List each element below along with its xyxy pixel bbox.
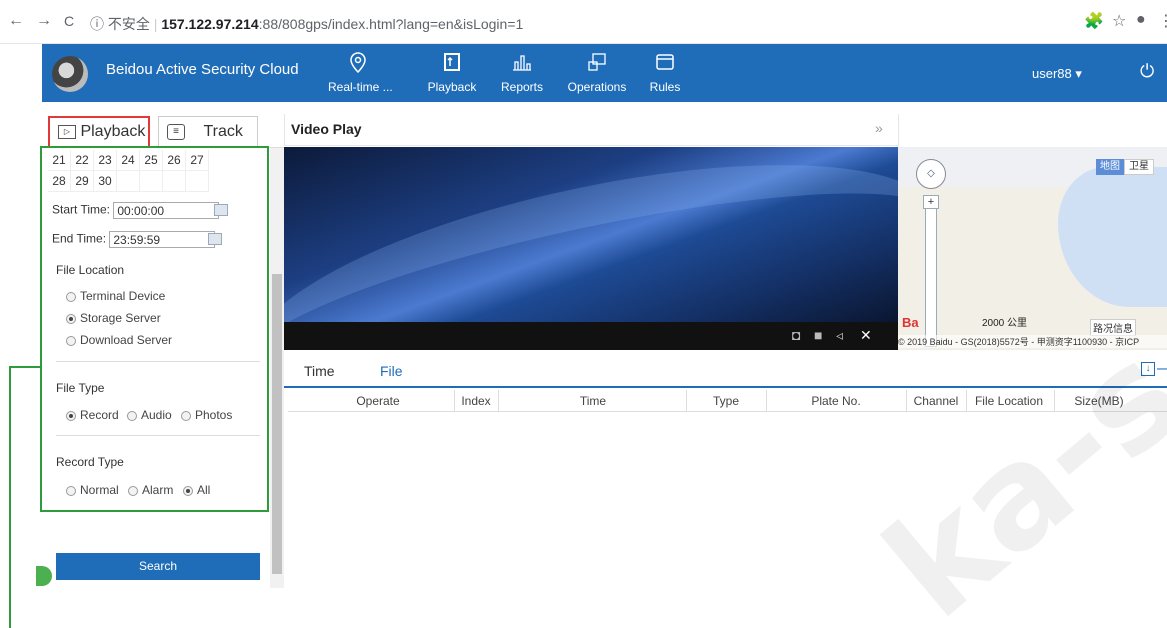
playback-icon [422, 52, 482, 76]
stop-icon[interactable]: ■ [814, 327, 822, 343]
track-icon: ≡ [167, 123, 185, 140]
tab-file[interactable]: File [380, 363, 403, 379]
address-bar[interactable]: ⓘ 不安全 | 157.122.97.214:88/808gps/index.h… [90, 14, 523, 34]
highlight-box [40, 146, 269, 512]
left-tab-row: ▷ Playback ≡ Track [42, 114, 284, 148]
fullscreen-icon[interactable]: ✕ [860, 327, 872, 344]
app-title: Beidou Active Security Cloud [106, 61, 299, 78]
annotation-line [9, 366, 11, 628]
column-header[interactable]: Operate [318, 394, 438, 408]
tab-track[interactable]: ≡ Track [158, 116, 258, 148]
nav-playback[interactable]: Playback [422, 52, 482, 102]
map-header [898, 114, 1167, 147]
operations-icon [562, 52, 632, 76]
location-pin-icon [328, 52, 388, 76]
video-header: Video Play » [284, 114, 898, 146]
nav-realtime[interactable]: Real-time ... [328, 52, 393, 102]
column-header[interactable]: Channel [906, 394, 966, 408]
reload-icon[interactable]: C [64, 13, 74, 29]
zoom-in-icon[interactable]: + [923, 195, 939, 209]
browser-bar: ← → C ⓘ 不安全 | 157.122.97.214:88/808gps/i… [0, 0, 1167, 44]
nav-rules-label: Rules [649, 80, 681, 94]
nav-rules[interactable]: Rules [642, 52, 688, 102]
column-header[interactable]: Index [454, 394, 498, 408]
back-icon[interactable]: ← [8, 12, 24, 30]
map-type-satellite[interactable]: 卫星 [1124, 159, 1154, 175]
tab-playback-label: Playback [80, 123, 146, 140]
bar-chart-icon [492, 52, 552, 76]
nav-playback-label: Playback [427, 80, 477, 94]
forward-icon[interactable]: → [36, 12, 52, 30]
video-camera-icon: ▷ [58, 124, 76, 139]
map[interactable]: ◇ + 地图 卫星 Ba 2000 公里 路况信息 © 2019 Baidu -… [898, 147, 1167, 350]
camera-icon[interactable]: ◘ [792, 327, 800, 343]
app-header: Beidou Active Security Cloud Real-time .… [42, 44, 1167, 102]
nav-reports[interactable]: Reports [492, 52, 552, 102]
column-header[interactable]: Time [498, 394, 688, 408]
nav-reports-label: Reports [500, 80, 544, 94]
tab-time[interactable]: Time [304, 363, 335, 379]
rules-icon [642, 52, 688, 76]
security-indicator[interactable]: ⓘ 不安全 [90, 16, 150, 32]
map-zoom-slider[interactable] [925, 197, 937, 347]
map-type-map[interactable]: 地图 [1096, 159, 1124, 175]
search-button[interactable]: Search [56, 553, 260, 580]
menu-icon[interactable]: ⋮ [1158, 11, 1167, 31]
extension-icon[interactable]: 🧩 [1084, 11, 1104, 31]
nav-operations-label: Operations [567, 80, 627, 94]
video-background [284, 147, 898, 322]
expand-icon[interactable]: » [875, 120, 883, 136]
video-player[interactable] [284, 147, 898, 322]
left-scrollbar-thumb[interactable] [272, 274, 282, 574]
column-header[interactable]: Plate No. [766, 394, 906, 408]
nav-realtime-label: Real-time ... [328, 80, 393, 94]
tab-playback[interactable]: ▷ Playback [48, 116, 150, 148]
video-title: Video Play [291, 121, 362, 137]
logo-icon [52, 56, 88, 92]
tab-track-label: Track [203, 123, 243, 140]
column-header[interactable]: Type [686, 394, 766, 408]
video-controls: ◘ ■ ◃ ✕ [284, 322, 898, 350]
star-icon[interactable]: ☆ [1112, 11, 1126, 31]
url-path: :88/808gps/index.html?lang=en&isLogin=1 [258, 16, 524, 32]
volume-icon[interactable]: ◃ [836, 327, 843, 344]
url-host: 157.122.97.214 [161, 16, 259, 32]
account-icon[interactable]: ● [1136, 11, 1146, 29]
annotation-line [9, 366, 40, 368]
power-icon[interactable]: ⏻ [1140, 61, 1154, 82]
nav-operations[interactable]: Operations [562, 52, 632, 102]
baidu-logo-icon: Ba [902, 315, 919, 330]
map-pan-icon[interactable]: ◇ [916, 159, 946, 189]
user-menu[interactable]: user88 ▾ [1032, 66, 1082, 82]
map-scale: 2000 公里 [982, 318, 1028, 329]
